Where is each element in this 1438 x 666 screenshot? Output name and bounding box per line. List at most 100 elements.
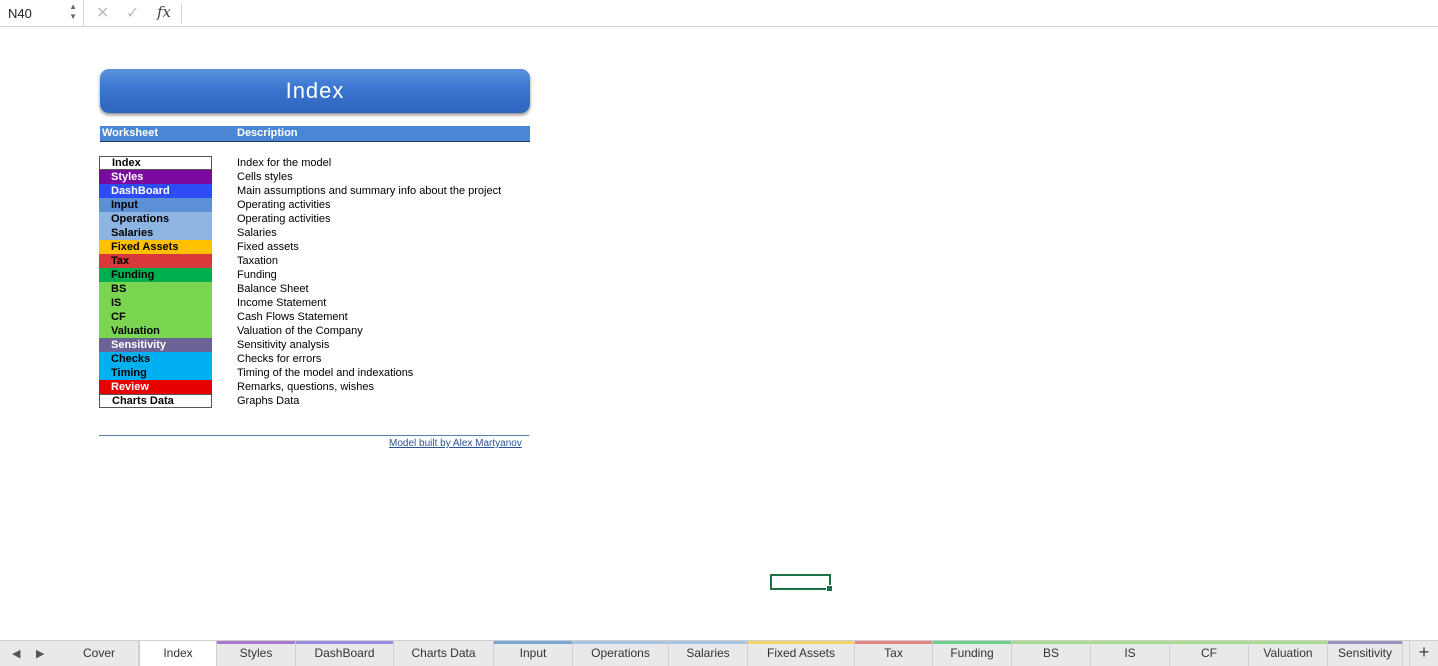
worksheet-description: Balance Sheet (237, 283, 309, 295)
next-sheet-icon[interactable]: ▶ (36, 647, 44, 660)
worksheet-description: Salaries (237, 227, 277, 239)
worksheet-description: Funding (237, 269, 277, 281)
worksheet-link[interactable]: BS (99, 282, 212, 296)
sheet-tab[interactable]: Tax (855, 641, 933, 666)
tab-color-stripe (1328, 641, 1402, 644)
worksheet-link[interactable]: Checks (99, 352, 212, 366)
worksheet-link[interactable]: Sensitivity (99, 338, 212, 352)
sheet-tab-label: Sensitivity (1337, 646, 1393, 660)
sheet-tab[interactable]: Operations (573, 641, 669, 666)
list-item: Checks Checks for errors (99, 352, 539, 366)
formula-input[interactable] (186, 0, 1438, 26)
worksheet-description: Sensitivity analysis (237, 339, 330, 351)
sheet-tab[interactable]: Salaries (669, 641, 748, 666)
sheet-tab-label: IS (1124, 646, 1136, 660)
sheet-tab[interactable]: Index (139, 641, 217, 666)
formula-divider (181, 3, 182, 23)
header-worksheet: Worksheet (102, 127, 159, 139)
worksheet-description: Cash Flows Statement (237, 311, 348, 323)
sheet-tab-label: Valuation (1263, 646, 1313, 660)
list-item: Sensitivity Sensitivity analysis (99, 338, 539, 352)
sheet-tab[interactable]: Cover (60, 641, 139, 666)
tab-color-stripe (494, 641, 572, 644)
cell-reference: N40 (8, 6, 32, 21)
sheet-tab[interactable]: BS (1012, 641, 1091, 666)
list-item: Charts Data Graphs Data (99, 394, 539, 408)
cancel-icon[interactable]: ✕ (96, 3, 109, 23)
worksheet-description: Remarks, questions, wishes (237, 381, 374, 393)
list-item: Timing Timing of the model and indexation… (99, 366, 539, 380)
worksheet-description: Operating activities (237, 213, 331, 225)
worksheet-link[interactable]: IS (99, 296, 212, 310)
sheet-tab[interactable]: Sensitivity (1328, 641, 1403, 666)
prev-sheet-icon[interactable]: ◀ (12, 647, 20, 660)
sheet-tab[interactable]: IS (1091, 641, 1170, 666)
selected-cell[interactable] (770, 574, 833, 592)
worksheet-description: Main assumptions and summary info about … (237, 185, 502, 197)
worksheet-link[interactable]: Timing (99, 366, 212, 380)
list-item: Funding Funding (99, 268, 539, 282)
sheet-tab-label: Charts Data (411, 646, 476, 660)
list-item: Review Remarks, questions, wishes (99, 380, 539, 394)
worksheet-link[interactable]: Funding (99, 268, 212, 282)
sheet-tab[interactable]: DashBoard (296, 641, 394, 666)
worksheet-description: Operating activities (237, 199, 331, 211)
sheet-tab[interactable]: Fixed Assets (748, 641, 855, 666)
worksheet-list: Index Index for the model Styles Cells styl… (99, 156, 539, 408)
sheet-tab-label: BS (1042, 646, 1059, 660)
worksheet-link[interactable]: CF (99, 310, 212, 324)
name-box-stepper-icon[interactable]: ▲ ▼ (69, 2, 77, 22)
worksheet-description: Income Statement (237, 297, 327, 309)
list-item: DashBoard Main assumptions and summary in… (99, 184, 539, 198)
worksheet-link[interactable]: Tax (99, 254, 212, 268)
sheet-tab-label: Cover (82, 646, 115, 660)
list-item: Operations Operating activities (99, 212, 539, 226)
worksheet-link[interactable]: Operations (99, 212, 212, 226)
list-item: Tax Taxation (99, 254, 539, 268)
list-item: Salaries Salaries (99, 226, 539, 240)
worksheet-link[interactable]: Fixed Assets (99, 240, 212, 254)
tab-color-stripe (217, 641, 295, 644)
worksheet-link[interactable]: Index (99, 156, 212, 170)
worksheet-link[interactable]: Salaries (99, 226, 212, 240)
list-item: Styles Cells styles (99, 170, 539, 184)
worksheet-link[interactable]: Charts Data (99, 394, 212, 408)
worksheet-link[interactable]: Styles (99, 170, 212, 184)
author-link[interactable]: Model built by Alex Martyanov (389, 438, 522, 449)
list-item: BS Balance Sheet (99, 282, 539, 296)
worksheet-link[interactable]: DashBoard (99, 184, 212, 198)
sheet-tab-label: Input (519, 646, 547, 660)
sheet-tab[interactable]: Funding (933, 641, 1012, 666)
sheet-tab-label: Operations (591, 646, 650, 660)
list-item: IS Income Statement (99, 296, 539, 310)
tab-color-stripe (933, 641, 1011, 644)
worksheet-description: Taxation (237, 255, 278, 267)
name-box[interactable]: N40 ▲ ▼ (0, 0, 84, 26)
index-banner: Index (100, 69, 530, 113)
add-sheet-button[interactable]: + (1409, 641, 1438, 666)
confirm-icon[interactable]: ✓ (126, 3, 139, 23)
worksheet-description: Timing of the model and indexations (237, 367, 414, 379)
sheet-tab-label: Styles (239, 646, 273, 660)
worksheet-link[interactable]: Valuation (99, 324, 212, 338)
fill-handle[interactable] (826, 585, 833, 592)
sheet-tab[interactable]: Charts Data (394, 641, 494, 666)
insert-function-icon[interactable]: fx (157, 3, 171, 21)
sheet-tab[interactable]: CF (1170, 641, 1249, 666)
tab-color-stripe (1249, 641, 1327, 644)
worksheet-link[interactable]: Review (99, 380, 212, 394)
sheet-tab[interactable]: Valuation (1249, 641, 1328, 666)
list-item: Index Index for the model (99, 156, 539, 170)
worksheet-link[interactable]: Input (99, 198, 212, 212)
index-header-row: Worksheet Description (100, 126, 530, 142)
worksheet-description: Index for the model (237, 157, 332, 169)
sheet-tab-label: CF (1201, 646, 1217, 660)
sheet-tab-label: Fixed Assets (766, 646, 836, 660)
sheet-tab[interactable]: Input (494, 641, 573, 666)
tab-color-stripe (1091, 641, 1169, 644)
tab-color-stripe (855, 641, 932, 644)
worksheet-description: Graphs Data (237, 395, 300, 407)
sheet-tab[interactable]: Styles (217, 641, 296, 666)
worksheet-description: Valuation of the Company (237, 325, 363, 337)
tab-color-stripe (1012, 641, 1090, 644)
